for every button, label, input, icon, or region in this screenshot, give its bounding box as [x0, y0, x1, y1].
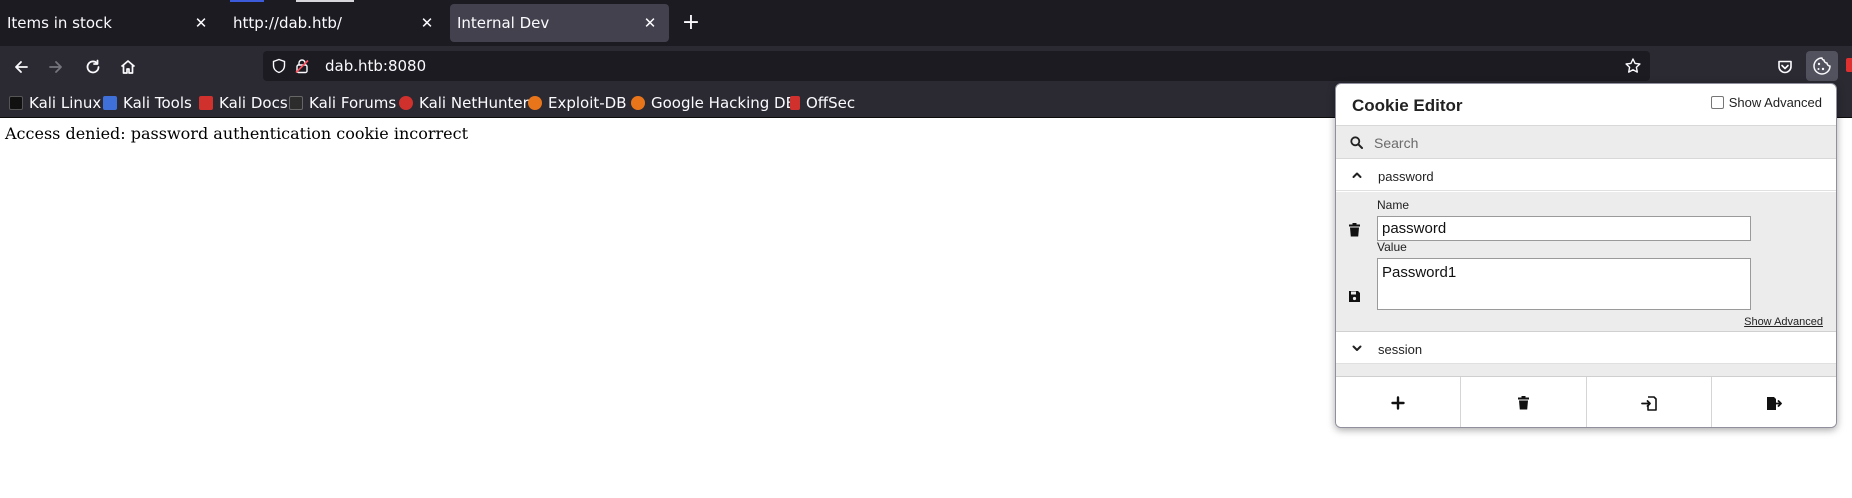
tab-dab-htb[interactable]: http://dab.htb/ ✕: [226, 0, 446, 46]
back-button[interactable]: [8, 54, 34, 80]
show-advanced-checkbox[interactable]: [1710, 96, 1724, 109]
close-icon[interactable]: ✕: [418, 14, 436, 32]
forward-button[interactable]: [43, 54, 69, 80]
extension-overflow-indicator: [1846, 58, 1852, 72]
bookmark-label: Exploit-DB: [548, 94, 627, 112]
tab-internal-dev[interactable]: Internal Dev ✕: [450, 4, 669, 42]
bookmark-label: OffSec: [806, 94, 856, 112]
google-hacking-db-icon: [631, 96, 645, 110]
search-input[interactable]: [1374, 132, 1814, 154]
popup-title: Cookie Editor: [1352, 96, 1463, 115]
bookmark-kali-forums[interactable]: Kali Forums: [289, 93, 396, 113]
bookmark-offsec[interactable]: OffSec: [790, 93, 855, 113]
export-button[interactable]: [1711, 377, 1836, 427]
home-button[interactable]: [115, 54, 141, 80]
bookmark-label: Kali Tools: [123, 94, 192, 112]
pocket-button[interactable]: [1772, 54, 1798, 80]
kali-linux-icon: [9, 96, 23, 110]
cookie-icon: [1813, 57, 1831, 75]
exploit-db-icon: [528, 96, 542, 110]
plus-icon: [1391, 396, 1405, 410]
cookie-list-remainder: [1336, 364, 1836, 376]
close-icon[interactable]: ✕: [192, 14, 210, 32]
chevron-down-icon: [1352, 345, 1362, 351]
home-icon: [120, 60, 136, 74]
bookmark-kali-nethunter[interactable]: Kali NetHunter: [399, 93, 529, 113]
show-advanced-toggle[interactable]: Show Advanced: [1710, 95, 1822, 110]
search-bar: [1336, 125, 1836, 159]
navigation-toolbar: dab.htb:8080: [0, 46, 1852, 86]
access-denied-message: Access denied: password authentication c…: [5, 124, 469, 143]
show-advanced-label: Show Advanced: [1728, 95, 1822, 110]
url-bar[interactable]: dab.htb:8080: [263, 51, 1650, 81]
cookie-details-password: Name Value Password1 Show Advanced: [1336, 192, 1836, 332]
lock-insecure-icon[interactable]: [294, 58, 310, 74]
trash-icon[interactable]: [1348, 223, 1361, 237]
reload-button[interactable]: [80, 54, 106, 80]
bookmark-exploit-db[interactable]: Exploit-DB: [528, 93, 627, 113]
popup-footer-toolbar: [1336, 376, 1836, 427]
bookmark-kali-linux[interactable]: Kali Linux: [9, 93, 101, 113]
bookmark-google-hacking-db[interactable]: Google Hacking DB: [631, 93, 796, 113]
close-icon[interactable]: ✕: [641, 14, 659, 32]
cookie-header-session[interactable]: session: [1336, 333, 1836, 364]
new-tab-button[interactable]: +: [680, 12, 702, 34]
tab-strip: Items in stock ✕ http://dab.htb/ ✕ Inter…: [0, 0, 1852, 46]
export-icon: [1766, 396, 1782, 410]
cookie-editor-extension-button[interactable]: [1806, 51, 1838, 81]
bookmark-label: Kali Linux: [29, 94, 102, 112]
bookmark-label: Kali Docs: [219, 94, 288, 112]
kali-nethunter-icon: [399, 96, 413, 110]
arrow-left-icon: [15, 61, 28, 73]
bookmark-label: Kali NetHunter: [419, 94, 529, 112]
arrow-right-icon: [49, 61, 62, 73]
cookie-name-field[interactable]: [1377, 216, 1751, 241]
trash-icon: [1517, 396, 1529, 410]
delete-all-button[interactable]: [1461, 377, 1587, 427]
import-button[interactable]: [1586, 377, 1712, 427]
save-icon[interactable]: [1348, 290, 1361, 303]
kali-docs-icon: [199, 96, 213, 110]
popup-header: Cookie Editor Show Advanced: [1336, 84, 1836, 125]
search-icon: [1350, 136, 1363, 149]
value-label: Value: [1377, 240, 1407, 254]
name-label: Name: [1377, 198, 1410, 212]
kali-forums-icon: [289, 96, 303, 110]
cookie-header-label: password: [1378, 169, 1434, 184]
show-advanced-link[interactable]: Show Advanced: [1744, 316, 1823, 328]
tab-items-in-stock[interactable]: Items in stock ✕: [0, 0, 220, 46]
shield-icon[interactable]: [271, 58, 287, 74]
add-cookie-button[interactable]: [1336, 377, 1462, 427]
bookmark-star-icon[interactable]: [1624, 57, 1642, 75]
cookie-header-label: session: [1378, 342, 1423, 357]
tab-title: Items in stock: [7, 14, 112, 32]
chevron-up-icon: [1352, 172, 1362, 178]
bookmark-kali-tools[interactable]: Kali Tools: [103, 93, 192, 113]
tab-title: http://dab.htb/: [233, 14, 342, 32]
tab-title: Internal Dev: [457, 14, 550, 32]
pocket-icon: [1778, 60, 1792, 74]
cookie-editor-popup: Cookie Editor Show Advanced password Nam…: [1335, 83, 1837, 428]
offsec-icon: [790, 96, 800, 110]
kali-tools-icon: [103, 96, 117, 110]
bookmark-label: Kali Forums: [309, 94, 397, 112]
cookie-value-field[interactable]: Password1: [1377, 258, 1751, 310]
import-icon: [1640, 395, 1657, 411]
cookie-header-password[interactable]: password: [1336, 160, 1836, 191]
bookmark-kali-docs[interactable]: Kali Docs: [199, 93, 288, 113]
url-text[interactable]: dab.htb:8080: [325, 57, 426, 75]
bookmark-label: Google Hacking DB: [651, 94, 796, 112]
reload-icon: [86, 59, 100, 74]
